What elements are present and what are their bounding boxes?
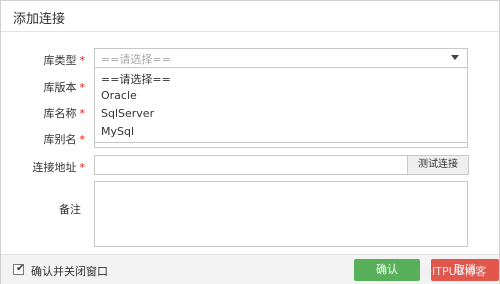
db-name-label: 库名称 * bbox=[43, 107, 86, 120]
db-alias-label: 库别名 * bbox=[43, 133, 86, 146]
db-type-selected-value: ==请选择== bbox=[101, 53, 171, 66]
add-connection-dialog: 添加连接 库类型 * ==请选择== 库版本 * 库名称 * 库别名 * ==请选择==… bbox=[0, 0, 500, 284]
chevron-down-icon[interactable] bbox=[451, 55, 459, 60]
dialog-titlebar: 添加连接 bbox=[1, 1, 499, 32]
dialog-footer: ✔ 确认并关闭窗口 确认 取消 @ITPUB博客 bbox=[1, 254, 499, 284]
db-type-dropdown: ==请选择== Oracle SqlServer MySql bbox=[94, 67, 468, 143]
remark-label: 备注 bbox=[59, 203, 81, 216]
db-type-option-sqlserver[interactable]: SqlServer bbox=[101, 107, 154, 120]
address-label: 连接地址 * bbox=[32, 161, 86, 174]
close-after-confirm-label[interactable]: 确认并关闭窗口 bbox=[31, 263, 108, 279]
check-icon: ✔ bbox=[16, 263, 25, 274]
db-version-label: 库版本 * bbox=[43, 81, 86, 94]
db-type-option[interactable]: ==请选择== bbox=[101, 71, 171, 87]
db-type-option-oracle[interactable]: Oracle bbox=[101, 89, 137, 102]
remark-textarea[interactable] bbox=[94, 181, 468, 247]
db-type-label: 库类型 * bbox=[43, 54, 86, 67]
confirm-button[interactable]: 确认 bbox=[354, 259, 420, 281]
watermark: @ITPUB博客 bbox=[421, 265, 487, 278]
close-after-confirm-checkbox[interactable]: ✔ bbox=[13, 263, 25, 275]
dialog-title: 添加连接 bbox=[13, 12, 66, 27]
address-input[interactable] bbox=[94, 155, 408, 175]
test-connection-button[interactable]: 测试连接 bbox=[407, 155, 469, 175]
db-type-option-mysql[interactable]: MySql bbox=[101, 125, 134, 138]
db-type-select[interactable]: ==请选择== bbox=[94, 48, 468, 68]
